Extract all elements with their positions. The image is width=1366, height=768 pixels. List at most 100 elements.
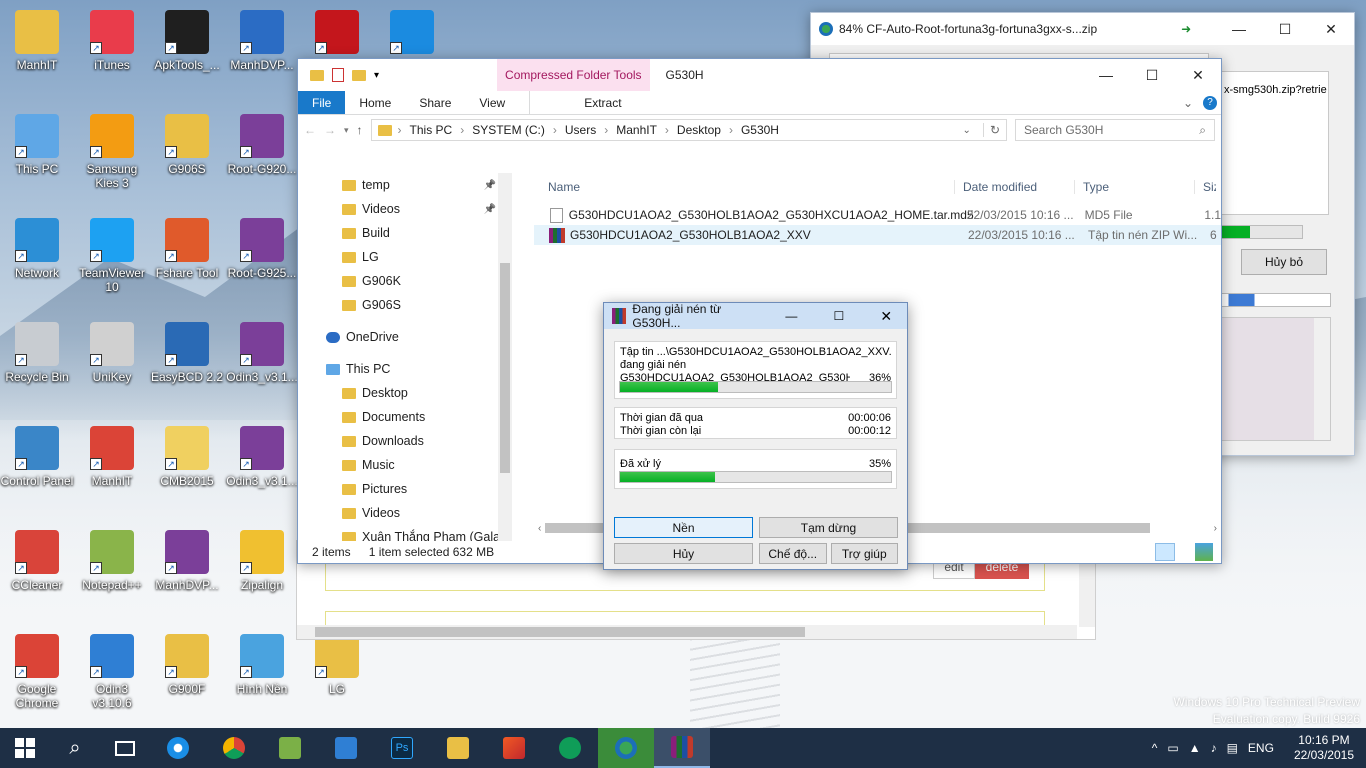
desktop-icon[interactable]: ↗ TeamViewer 10 (75, 218, 149, 294)
task-view-button[interactable] (100, 728, 150, 768)
back-icon[interactable]: ← (304, 123, 316, 137)
breadcrumb-separator[interactable]: › (665, 123, 669, 137)
page-hscrollbar[interactable] (297, 625, 1077, 639)
desktop-icon[interactable]: ↗ Notepad++ (75, 530, 149, 592)
recent-locations-icon[interactable]: ▾ (344, 125, 349, 136)
properties-icon[interactable] (332, 68, 344, 82)
column-date[interactable]: Date modified (954, 180, 1074, 194)
volume-icon[interactable]: ♪ (1211, 741, 1217, 755)
desktop-icon[interactable]: ↗ Control Panel (0, 426, 74, 488)
desktop-icon[interactable]: ↗ Odin3 v3.10.6 (75, 634, 149, 710)
desktop-icon[interactable]: ↗ Samsung Kies 3 (75, 114, 149, 190)
desktop-icon[interactable]: ↗ Root-G920... (225, 114, 299, 176)
close-button[interactable]: ✕ (1175, 60, 1221, 90)
desktop-icon[interactable]: ↗ ManhIT (75, 426, 149, 488)
tab-share[interactable]: Share (405, 91, 465, 114)
battery-icon[interactable]: ▭ (1167, 741, 1178, 755)
column-name[interactable]: Name (534, 180, 954, 194)
connections-list[interactable] (1221, 317, 1331, 441)
nav-scrollbar[interactable] (498, 173, 512, 541)
help-button[interactable]: Trợ giúp (830, 543, 898, 564)
tab-file[interactable]: File (298, 91, 346, 114)
breadcrumb-separator[interactable]: › (460, 123, 464, 137)
desktop-icon[interactable]: ↗ CCleaner (0, 530, 74, 592)
desktop-icon[interactable]: ↗ ManhDVP... (225, 10, 299, 72)
start-button[interactable] (0, 728, 50, 768)
notifications-icon[interactable]: ▤ (1227, 741, 1238, 755)
desktop-icon[interactable]: ↗ LG (300, 634, 374, 696)
taskbar-ie[interactable] (150, 728, 206, 768)
details-view-icon[interactable] (1155, 543, 1175, 561)
desktop-icon[interactable]: ↗ Odin3_v3.1... (225, 426, 299, 488)
extract-dialog[interactable]: Đang giải nén từ G530H... — ☐ ✕ Tập tin … (603, 302, 908, 570)
cancel-button[interactable]: Hủy (614, 543, 753, 564)
minimize-button[interactable]: — (771, 309, 812, 323)
taskbar-fshare[interactable] (486, 728, 542, 768)
tab-home[interactable]: Home (345, 91, 405, 114)
desktop-icon[interactable]: ↗ Network (0, 218, 74, 280)
tab-extract[interactable]: Extract (529, 91, 675, 114)
nav-item[interactable]: Build (342, 221, 512, 245)
breadcrumb-separator[interactable]: › (553, 123, 557, 137)
desktop-icon[interactable]: ↗ ApkTools_... (150, 10, 224, 72)
chevron-down-icon[interactable]: ▾ (374, 70, 379, 81)
large-icons-view-icon[interactable] (1195, 543, 1213, 561)
taskbar-hangouts[interactable] (542, 728, 598, 768)
minimize-button[interactable]: — (1216, 14, 1262, 44)
cancel-download-button[interactable]: Hủy bỏ (1241, 249, 1327, 275)
address-bar[interactable]: › This PC › SYSTEM (C:) › Users › ManhIT › Deskto… (370, 119, 1007, 141)
breadcrumb-separator[interactable]: › (729, 123, 733, 137)
nav-item[interactable]: G906S (342, 293, 512, 317)
nav-item[interactable]: temp 📌 (342, 173, 512, 197)
desktop-icon[interactable]: ↗ (300, 10, 374, 58)
taskbar-odin[interactable] (318, 728, 374, 768)
maximize-button[interactable]: ☐ (1262, 14, 1308, 44)
taskbar-notepad[interactable] (262, 728, 318, 768)
pin-icon[interactable]: 📌 (484, 204, 496, 215)
desktop-icon[interactable]: ↗ (375, 10, 449, 58)
nav-item[interactable]: OneDrive (326, 325, 512, 349)
mode-button[interactable]: Chế độ... (759, 543, 827, 564)
desktop-icon[interactable]: ↗ Hình Nền (225, 634, 299, 696)
compressed-folder-tools-tab[interactable]: Compressed Folder Tools (497, 59, 650, 91)
clock[interactable]: 10:16 PM 22/03/2015 (1294, 733, 1354, 763)
desktop-icon[interactable]: ↗ ManhDVP... (150, 530, 224, 592)
nav-item[interactable]: Xuân Thắng Phạm (Galax (342, 525, 512, 541)
desktop-icon[interactable]: ↗ CMB2015 (150, 426, 224, 488)
desktop-icon[interactable]: ↗ Recycle Bin (0, 322, 74, 384)
up-icon[interactable]: ↑ (357, 123, 363, 137)
desktop-icon[interactable]: ↗ Google Chrome (0, 634, 74, 710)
ribbon-expand-icon[interactable]: ⌄ (1177, 91, 1199, 114)
maximize-button[interactable]: ☐ (818, 309, 859, 323)
breadcrumb-item[interactable]: Users (565, 123, 596, 137)
search-button[interactable]: ⌕ (50, 728, 100, 768)
desktop-icon[interactable]: ↗ This PC (0, 114, 74, 176)
column-type[interactable]: Type (1074, 180, 1194, 194)
new-folder-icon[interactable] (352, 69, 366, 81)
address-dropdown-icon[interactable]: ⌄ (957, 125, 977, 136)
refresh-icon[interactable]: ↻ (982, 123, 1006, 137)
desktop-icon[interactable]: ManhIT (0, 10, 74, 72)
column-size[interactable]: Siz (1194, 180, 1216, 194)
nav-item[interactable]: Music (342, 453, 512, 477)
breadcrumb-item[interactable]: This PC (410, 123, 453, 137)
nav-item[interactable]: Videos 📌 (342, 197, 512, 221)
pin-icon[interactable]: 📌 (484, 180, 496, 191)
maximize-button[interactable]: ☐ (1129, 60, 1175, 90)
desktop-icon[interactable]: ↗ G900F (150, 634, 224, 696)
nav-item[interactable]: Downloads (342, 429, 512, 453)
tab-view[interactable]: View (465, 91, 519, 114)
help-icon[interactable]: ? (1199, 91, 1221, 114)
pause-button[interactable]: Tạm dừng (759, 517, 898, 538)
nav-item[interactable]: This PC (326, 357, 512, 381)
breadcrumb-item[interactable]: SYSTEM (C:) (472, 123, 545, 137)
desktop-icon[interactable]: ↗ Odin3_v3.1... (225, 322, 299, 384)
breadcrumb-separator[interactable]: › (604, 123, 608, 137)
close-button[interactable]: ✕ (1308, 14, 1354, 44)
language-indicator[interactable]: ENG (1248, 741, 1274, 755)
wifi-icon[interactable]: ▲ (1189, 741, 1201, 755)
taskbar-idm[interactable] (598, 728, 654, 768)
breadcrumb-separator[interactable]: › (398, 123, 402, 137)
quick-access-toolbar[interactable]: ▾ (310, 68, 379, 82)
background-button[interactable]: Nền (614, 517, 753, 538)
